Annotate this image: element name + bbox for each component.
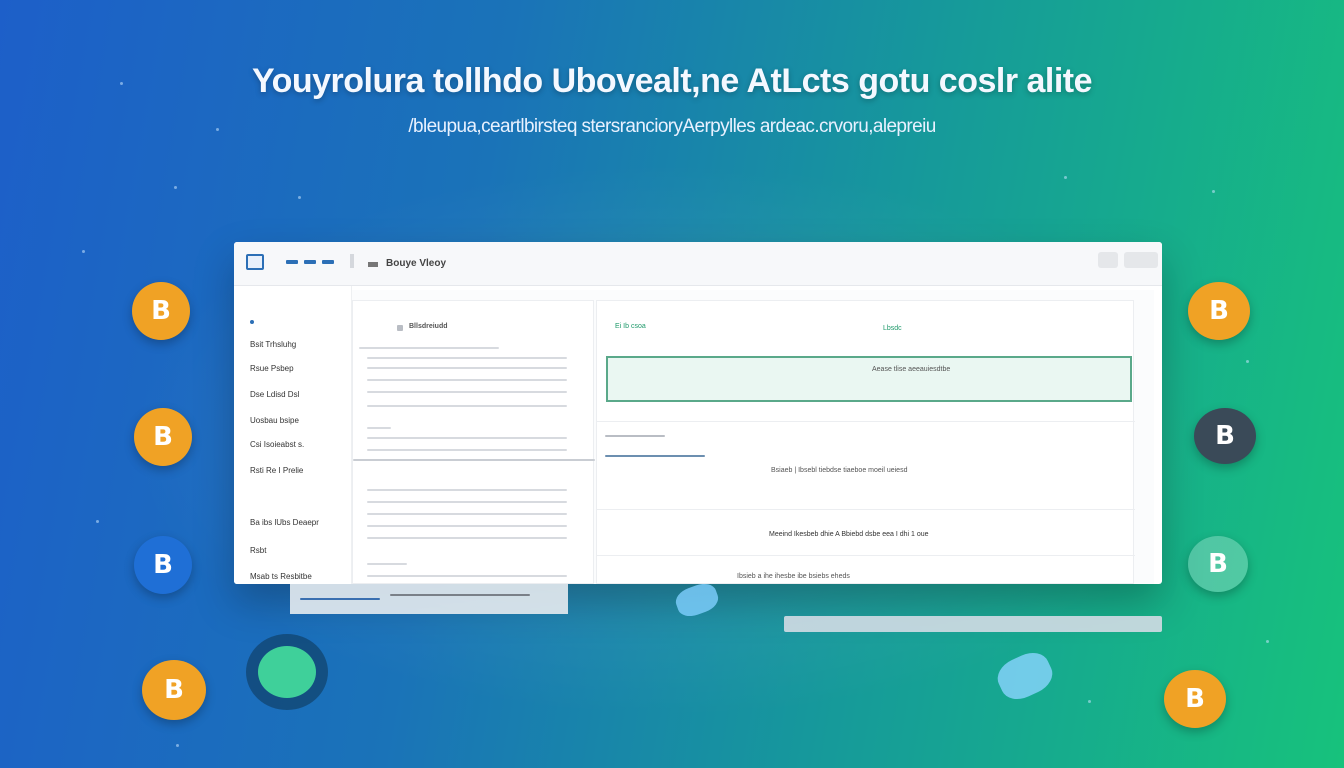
list-line <box>367 405 567 407</box>
list-line <box>367 379 567 381</box>
app-window: Bouye Vleoy Bsit Trhsluhg Rsue Psbep Dse… <box>234 242 1162 584</box>
sidebar: Bsit Trhsluhg Rsue Psbep Dse Ldisd Dsl U… <box>234 286 352 584</box>
bitcoin-coin-icon: B <box>142 660 206 720</box>
list-line <box>367 391 567 393</box>
bottom-left-bar <box>290 584 568 614</box>
list-line <box>367 367 567 369</box>
list-line <box>367 449 567 451</box>
sidebar-item[interactable]: Rsti Re I Prelie <box>250 466 303 475</box>
bar-line <box>300 598 380 600</box>
right-tag-left: Ei Ib csoa <box>615 323 646 330</box>
refresh-coin-icon <box>258 646 316 698</box>
list-line <box>367 437 567 439</box>
highlighted-row-label: Aease tlise aeeauiesdtbe <box>872 366 951 373</box>
bottom-right-bar <box>784 616 1162 632</box>
bitcoin-coin-icon: B <box>1194 408 1256 464</box>
row-progress <box>605 455 705 457</box>
window-action-button[interactable] <box>1098 252 1118 268</box>
sidebar-item[interactable]: Rsue Psbep <box>250 364 294 373</box>
bitcoin-coin-icon: B <box>134 408 192 466</box>
floating-token-icon <box>992 646 1058 706</box>
hero-headline: Youyrolura tollhdo Ubovealt,ne AtLcts go… <box>251 62 1093 100</box>
list-divider <box>353 459 595 461</box>
background-dot <box>1088 700 1091 703</box>
sidebar-item[interactable]: Ba ibs lUbs Deaepr <box>250 518 319 527</box>
toolbar-dash-icon[interactable] <box>304 260 316 264</box>
background-dot <box>96 520 99 523</box>
row-divider <box>597 509 1135 510</box>
toolbar-dash-icon[interactable] <box>322 260 334 264</box>
list-line <box>367 427 391 429</box>
window-title: Bouye Vleoy <box>386 258 447 269</box>
list-line <box>367 563 407 565</box>
list-line <box>367 513 567 515</box>
sidebar-item[interactable]: Dse Ldisd Dsl <box>250 390 299 399</box>
sidebar-bullet-icon <box>250 320 254 324</box>
app-logo-icon[interactable] <box>246 254 264 270</box>
toolbar-dash-icon[interactable] <box>286 260 298 264</box>
sidebar-item[interactable]: Csi Isoieabst s. <box>250 440 304 449</box>
window-titlebar: Bouye Vleoy <box>234 242 1162 286</box>
sidebar-item[interactable]: Rsbt <box>250 546 266 555</box>
toolbar-separator <box>350 254 354 268</box>
row-divider <box>597 421 1135 422</box>
background-dot <box>174 186 177 189</box>
list-line <box>367 501 567 503</box>
bitcoin-coin-icon: B <box>1164 670 1226 728</box>
list-line <box>367 575 567 577</box>
sidebar-item[interactable]: Uosbau bsipe <box>250 416 299 425</box>
list-line <box>367 489 567 491</box>
list-line <box>367 357 567 359</box>
background-dot <box>1266 640 1269 643</box>
bitcoin-coin-icon: B <box>132 282 190 340</box>
background-dot <box>1212 190 1215 193</box>
sidebar-item[interactable]: Bsit Trhsluhg <box>250 340 296 349</box>
row-divider <box>597 555 1135 556</box>
list-checkbox[interactable] <box>397 325 403 331</box>
background-dot <box>298 196 301 199</box>
sidebar-item[interactable]: Msab ts Resbitbe <box>250 572 312 581</box>
bitcoin-coin-icon: B <box>1188 282 1250 340</box>
hero-subheadline: /bleupua,ceartlbirsteq stersrancioryAerp… <box>408 116 936 137</box>
row-text-2[interactable]: Meeind Ikesbeb dhie A Bbiebd dsbe eea I … <box>769 531 929 538</box>
list-line <box>367 537 567 539</box>
row-marker <box>605 435 665 437</box>
row-text-3[interactable]: Ibsieb a ihe ihesbe ibe bsiebs eheds <box>737 573 850 580</box>
right-column: Ei Ib csoa Lbsdc Bsiaeb | Ibsebl tiebdse… <box>596 300 1135 584</box>
background-dot <box>1064 176 1067 179</box>
bar-line <box>390 594 530 596</box>
list-line <box>359 347 499 349</box>
floating-token-icon <box>672 579 722 621</box>
background-dot <box>1246 360 1249 363</box>
background-dot <box>176 744 179 747</box>
highlighted-row[interactable]: Aease tlise aeeauiesdtbe <box>606 356 1132 402</box>
left-column: Bllsdreiudd <box>352 300 595 584</box>
right-tag-right: Lbsdc <box>883 325 902 332</box>
background-dot <box>82 250 85 253</box>
window-toggle-button[interactable] <box>1124 252 1158 268</box>
bitcoin-coin-icon: B <box>134 536 192 594</box>
left-column-heading: Bllsdreiudd <box>409 323 448 330</box>
window-title-mark <box>368 262 378 267</box>
row-text-1[interactable]: Bsiaeb | Ibsebl tiebdse tiaeboe moeil ue… <box>771 467 907 474</box>
bitcoin-coin-icon: B <box>1188 536 1248 592</box>
list-line <box>367 525 567 527</box>
